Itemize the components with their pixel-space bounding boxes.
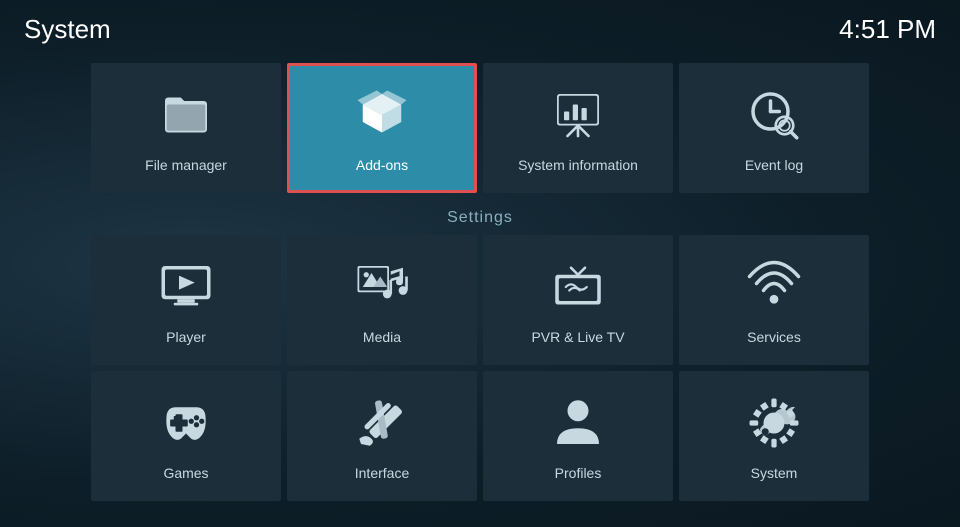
pvr-live-tv-icon (546, 255, 610, 319)
services-label: Services (747, 329, 801, 345)
tile-media[interactable]: Media (287, 235, 477, 365)
tile-profiles[interactable]: Profiles (483, 371, 673, 501)
tile-system-information[interactable]: System information (483, 63, 673, 193)
system-information-icon (546, 83, 610, 147)
interface-label: Interface (355, 465, 409, 481)
add-ons-icon (350, 83, 414, 147)
system-icon (742, 391, 806, 455)
tile-system[interactable]: System (679, 371, 869, 501)
tile-pvr-live-tv[interactable]: PVR & Live TV (483, 235, 673, 365)
tile-player[interactable]: Player (91, 235, 281, 365)
player-label: Player (166, 329, 206, 345)
media-label: Media (363, 329, 401, 345)
profiles-label: Profiles (555, 465, 602, 481)
tile-games[interactable]: Games (91, 371, 281, 501)
settings-section-label: Settings (0, 209, 960, 227)
event-log-icon (742, 83, 806, 147)
games-icon (154, 391, 218, 455)
interface-icon (350, 391, 414, 455)
tile-event-log[interactable]: Event log (679, 63, 869, 193)
media-icon (350, 255, 414, 319)
file-manager-label: File manager (145, 157, 227, 173)
tile-add-ons[interactable]: Add-ons (287, 63, 477, 193)
profiles-icon (546, 391, 610, 455)
system-tile-label: System (751, 465, 798, 481)
header: System 4:51 PM (0, 0, 960, 59)
system-information-label: System information (518, 157, 638, 173)
file-manager-icon (154, 83, 218, 147)
page-title: System (24, 14, 111, 45)
event-log-label: Event log (745, 157, 803, 173)
player-icon (154, 255, 218, 319)
tile-file-manager[interactable]: File manager (91, 63, 281, 193)
page: System 4:51 PM File manager (0, 0, 960, 527)
clock: 4:51 PM (839, 14, 936, 45)
tile-services[interactable]: Services (679, 235, 869, 365)
pvr-live-tv-label: PVR & Live TV (531, 329, 624, 345)
add-ons-label: Add-ons (356, 157, 408, 173)
tile-interface[interactable]: Interface (287, 371, 477, 501)
services-icon (742, 255, 806, 319)
games-label: Games (163, 465, 208, 481)
top-tiles-row: File manager Add-ons (0, 63, 960, 193)
settings-grid: Player (0, 235, 960, 501)
